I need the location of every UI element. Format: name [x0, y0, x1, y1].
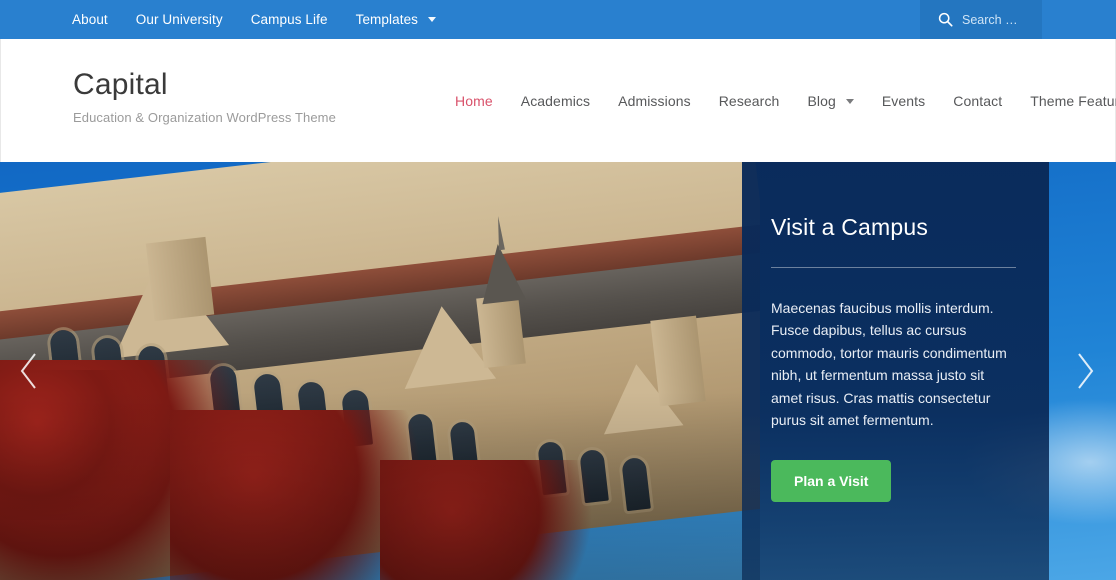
- slider-prev-button[interactable]: [6, 341, 52, 401]
- topnav-item-label: Templates: [355, 12, 419, 27]
- site-title: Capital: [73, 68, 168, 101]
- nav-item-blog[interactable]: Blog: [793, 93, 867, 109]
- nav-item-label: Research: [718, 92, 780, 109]
- building-turret-cap: [475, 241, 527, 305]
- topnav-item-campus-life[interactable]: Campus Life: [237, 0, 342, 39]
- topnav-item-templates[interactable]: Templates: [342, 0, 450, 39]
- nav-item-events[interactable]: Events: [868, 93, 939, 109]
- site-branding[interactable]: Capital Education & Organization WordPre…: [73, 69, 336, 125]
- page-root: About Our University Campus Life Templat…: [0, 0, 1116, 580]
- search-icon: [938, 12, 953, 27]
- topnav-item-about[interactable]: About: [72, 0, 122, 39]
- top-nav: About Our University Campus Life Templat…: [0, 0, 450, 39]
- chevron-down-icon: [845, 98, 854, 104]
- building-ivy: [380, 460, 620, 580]
- slider-next-button[interactable]: [1062, 341, 1108, 401]
- hero-caption-title: Visit a Campus: [771, 214, 929, 240]
- nav-item-label: Contact: [953, 92, 1003, 109]
- plan-a-visit-button[interactable]: Plan a Visit: [771, 460, 892, 503]
- nav-item-label: Events: [881, 92, 926, 109]
- nav-item-label: Home: [455, 92, 493, 109]
- chevron-left-icon: [17, 350, 41, 392]
- search-box[interactable]: [920, 0, 1042, 39]
- search-input[interactable]: [962, 12, 1042, 27]
- topnav-item-label: Campus Life: [250, 12, 328, 27]
- nav-item-label: Academics: [520, 92, 591, 109]
- hero-slider: Visit a Campus Maecenas faucibus mollis …: [0, 162, 1116, 580]
- chevron-down-icon: [427, 17, 436, 22]
- hero-building-image: [0, 162, 760, 580]
- nav-item-admissions[interactable]: Admissions: [604, 93, 705, 109]
- hero-caption-divider: [771, 267, 1016, 268]
- primary-nav: Home Academics Admissions Research Blog …: [441, 39, 1116, 162]
- top-utility-bar: About Our University Campus Life Templat…: [0, 0, 1116, 39]
- building-chimney: [145, 236, 215, 322]
- building-turret: [476, 293, 526, 369]
- nav-item-label: Admissions: [618, 92, 691, 109]
- hero-caption-panel: Visit a Campus Maecenas faucibus mollis …: [742, 162, 1049, 580]
- site-tagline: Education & Organization WordPress Theme: [73, 109, 336, 125]
- nav-item-contact[interactable]: Contact: [939, 93, 1016, 109]
- site-header: Capital Education & Organization WordPre…: [0, 39, 1116, 162]
- topnav-item-label: About: [72, 12, 108, 27]
- topnav-item-our-university[interactable]: Our University: [122, 0, 237, 39]
- hero-caption-text: Maecenas faucibus mollis interdum. Fusce…: [771, 300, 1007, 429]
- topnav-item-label: Our University: [135, 12, 223, 27]
- nav-item-home[interactable]: Home: [441, 93, 507, 109]
- nav-item-label: Theme Features: [1030, 92, 1116, 109]
- nav-item-academics[interactable]: Academics: [507, 93, 604, 109]
- building-tower: [650, 315, 706, 407]
- chevron-right-icon: [1073, 350, 1097, 392]
- nav-item-research[interactable]: Research: [705, 93, 794, 109]
- nav-item-label: Blog: [807, 92, 836, 109]
- nav-item-theme-features[interactable]: Theme Features: [1016, 93, 1116, 109]
